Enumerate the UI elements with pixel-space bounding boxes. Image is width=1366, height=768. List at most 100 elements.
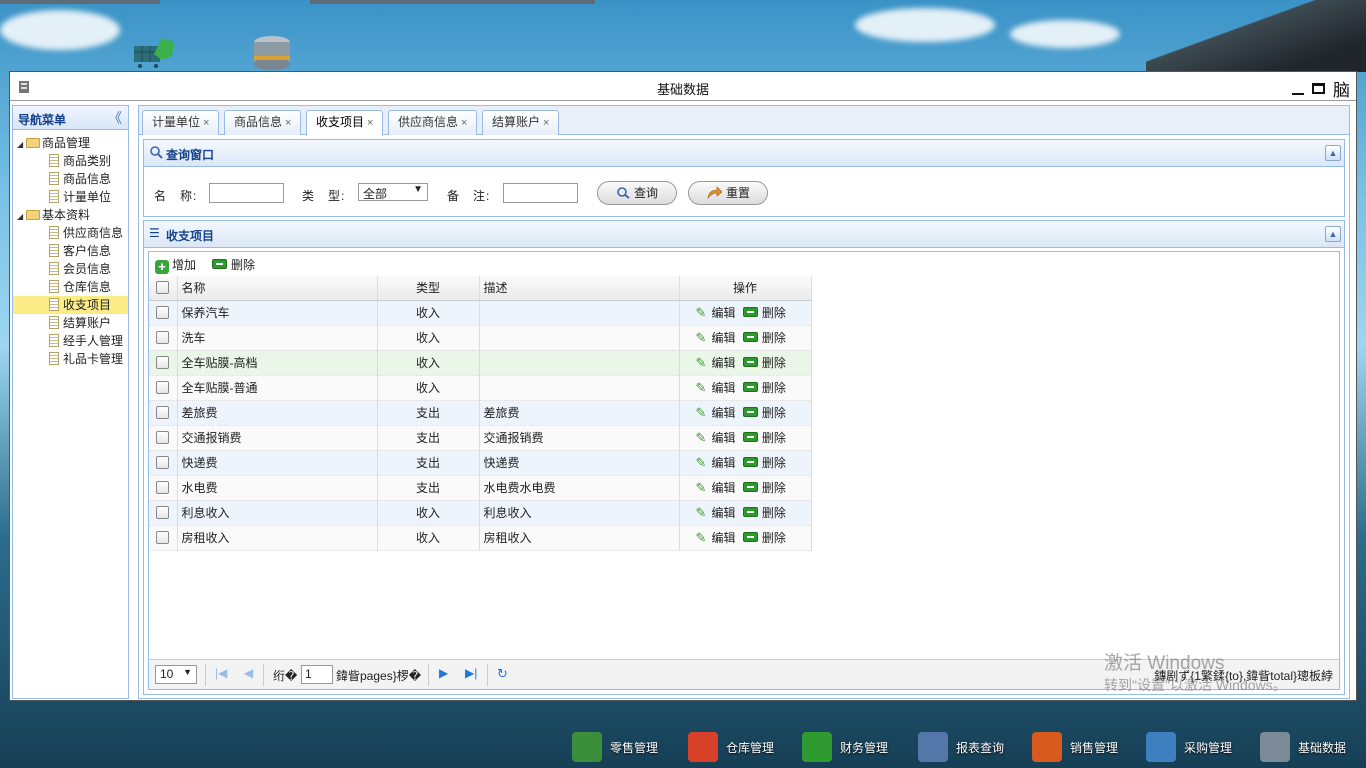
table-row[interactable]: 全车贴膜-高档 收入 ✎ 编辑 删除 xyxy=(149,350,812,376)
first-page-icon[interactable]: |◀ xyxy=(215,666,227,680)
edit-button[interactable]: ✎ 编辑 xyxy=(696,331,736,345)
row-delete-button[interactable]: 删除 xyxy=(742,356,786,370)
minimize-button[interactable] xyxy=(1292,83,1304,95)
close-icon[interactable]: × xyxy=(461,117,467,129)
taskbar-item[interactable]: 销售管理 xyxy=(1032,729,1118,765)
edit-button[interactable]: ✎ 编辑 xyxy=(696,481,736,495)
collapse-panel-icon[interactable]: ▲ xyxy=(1325,145,1341,161)
row-delete-label: 删除 xyxy=(761,331,786,345)
table-row[interactable]: 保养汽车 收入 ✎ 编辑 删除 xyxy=(149,300,812,326)
prev-page-icon[interactable]: ◀ xyxy=(244,666,253,680)
taskbar-item[interactable]: 零售管理 xyxy=(572,729,658,765)
row-checkbox[interactable] xyxy=(156,355,170,369)
select-all-checkbox[interactable] xyxy=(156,280,170,294)
col-desc-header[interactable]: 描述 xyxy=(479,276,680,301)
page-size-select[interactable]: 10 ▼ xyxy=(155,665,197,684)
close-icon[interactable]: × xyxy=(543,117,549,129)
taskbar-item[interactable]: 采购管理 xyxy=(1146,729,1232,765)
row-delete-button[interactable]: 删除 xyxy=(742,531,786,545)
close-icon[interactable]: × xyxy=(203,117,209,129)
tree-item-goods-category[interactable]: 商品类别 xyxy=(13,152,128,170)
row-delete-button[interactable]: 删除 xyxy=(742,331,786,345)
row-delete-button[interactable]: 删除 xyxy=(742,481,786,495)
delete-button[interactable]: 删除 xyxy=(212,256,255,273)
search-button[interactable]: 查询 xyxy=(597,181,677,205)
taskbar-item[interactable]: 仓库管理 xyxy=(688,729,774,765)
row-checkbox[interactable] xyxy=(156,305,170,319)
tree-folder-goods[interactable]: ◢ 商品管理 xyxy=(13,134,128,152)
row-checkbox[interactable] xyxy=(156,530,170,544)
row-checkbox[interactable] xyxy=(156,430,170,444)
tab-supplier[interactable]: 供应商信息 × xyxy=(388,110,478,135)
tree-item-supplier[interactable]: 供应商信息 xyxy=(13,224,128,242)
tree-item-income-expense[interactable]: 收支项目 xyxy=(13,296,128,314)
next-page-icon[interactable]: ▶ xyxy=(439,666,448,680)
note-input[interactable] xyxy=(503,183,578,203)
tree-item-customer[interactable]: 客户信息 xyxy=(13,242,128,260)
edit-button[interactable]: ✎ 编辑 xyxy=(696,356,736,370)
row-checkbox[interactable] xyxy=(156,455,170,469)
last-page-icon[interactable]: ▶| xyxy=(465,666,477,680)
tab-income-expense[interactable]: 收支项目 × xyxy=(306,110,384,136)
row-delete-button[interactable]: 删除 xyxy=(742,381,786,395)
shopping-basket-icon[interactable] xyxy=(130,34,174,70)
table-row[interactable]: 洗车 收入 ✎ 编辑 删除 xyxy=(149,325,812,351)
table-row[interactable]: 水电费 支出 水电费水电费 ✎ 编辑 删除 xyxy=(149,475,812,501)
page-number-input[interactable]: 1 xyxy=(301,665,333,684)
row-checkbox[interactable] xyxy=(156,505,170,519)
taskbar-item[interactable]: 报表查询 xyxy=(918,729,1004,765)
row-checkbox[interactable] xyxy=(156,480,170,494)
tree-item-settlement-account[interactable]: 结算账户 xyxy=(13,314,128,332)
tree-item-goods-info[interactable]: 商品信息 xyxy=(13,170,128,188)
row-delete-button[interactable]: 删除 xyxy=(742,431,786,445)
edit-button[interactable]: ✎ 编辑 xyxy=(696,381,736,395)
row-delete-button[interactable]: 删除 xyxy=(742,456,786,470)
tree-item-warehouse[interactable]: 仓库信息 xyxy=(13,278,128,296)
collapse-panel-icon[interactable]: ▲ xyxy=(1325,226,1341,242)
table-row[interactable]: 差旅费 支出 差旅费 ✎ 编辑 删除 xyxy=(149,400,812,426)
tab-goods-info[interactable]: 商品信息 × xyxy=(224,110,302,135)
taskbar-item[interactable]: 基础数据 xyxy=(1260,729,1346,765)
edit-button[interactable]: ✎ 编辑 xyxy=(696,456,736,470)
row-checkbox[interactable] xyxy=(156,380,170,394)
tree-folder-basic[interactable]: ◢ 基本资料 xyxy=(13,206,128,224)
tree-item-handler[interactable]: 经手人管理 xyxy=(13,332,128,350)
table-row[interactable]: 房租收入 收入 房租收入 ✎ 编辑 删除 xyxy=(149,525,812,551)
row-checkbox[interactable] xyxy=(156,330,170,344)
edit-button[interactable]: ✎ 编辑 xyxy=(696,306,736,320)
row-delete-button[interactable]: 删除 xyxy=(742,506,786,520)
taskbar-item[interactable]: 财务管理 xyxy=(802,729,888,765)
tab-settlement[interactable]: 结算账户 × xyxy=(482,110,560,135)
taskbar-label: 报表查询 xyxy=(956,740,1005,755)
row-delete-button[interactable]: 删除 xyxy=(742,306,786,320)
tree-item-member[interactable]: 会员信息 xyxy=(13,260,128,278)
edit-button[interactable]: ✎ 编辑 xyxy=(696,431,736,445)
edit-button[interactable]: ✎ 编辑 xyxy=(696,506,736,520)
table-row[interactable]: 全车贴膜-普通 收入 ✎ 编辑 删除 xyxy=(149,375,812,401)
col-name-header[interactable]: 名称 xyxy=(177,276,378,301)
maximize-button[interactable] xyxy=(1312,83,1325,94)
row-checkbox[interactable] xyxy=(156,405,170,419)
database-icon[interactable] xyxy=(252,34,296,70)
table-row[interactable]: 交通报销费 支出 交通报销费 ✎ 编辑 删除 xyxy=(149,425,812,451)
page-size-value: 10 xyxy=(160,667,174,681)
collapse-nav-icon[interactable]: 《 xyxy=(108,108,122,128)
edit-button[interactable]: ✎ 编辑 xyxy=(696,531,736,545)
reset-button[interactable]: 重置 xyxy=(688,181,768,205)
tree-item-gift-card[interactable]: 礼品卡管理 xyxy=(13,350,128,368)
add-button[interactable]: + 增加 xyxy=(155,256,196,274)
tab-unit[interactable]: 计量单位 × xyxy=(142,110,220,135)
refresh-icon[interactable]: ↻ xyxy=(497,666,508,682)
table-row[interactable]: 快递费 支出 快递费 ✎ 编辑 删除 xyxy=(149,450,812,476)
table-row[interactable]: 利息收入 收入 利息收入 ✎ 编辑 删除 xyxy=(149,500,812,526)
close-icon[interactable]: × xyxy=(285,117,291,129)
edit-button[interactable]: ✎ 编辑 xyxy=(696,406,736,420)
window-corner-glyph[interactable]: 脑 xyxy=(1333,76,1350,101)
add-icon: + xyxy=(155,260,169,274)
row-delete-button[interactable]: 删除 xyxy=(742,406,786,420)
tree-item-unit[interactable]: 计量单位 xyxy=(13,188,128,206)
type-select[interactable]: 全部 ▼ xyxy=(358,183,428,201)
col-type-header[interactable]: 类型 xyxy=(377,276,480,301)
close-icon[interactable]: × xyxy=(367,117,373,129)
name-input[interactable] xyxy=(209,183,284,203)
